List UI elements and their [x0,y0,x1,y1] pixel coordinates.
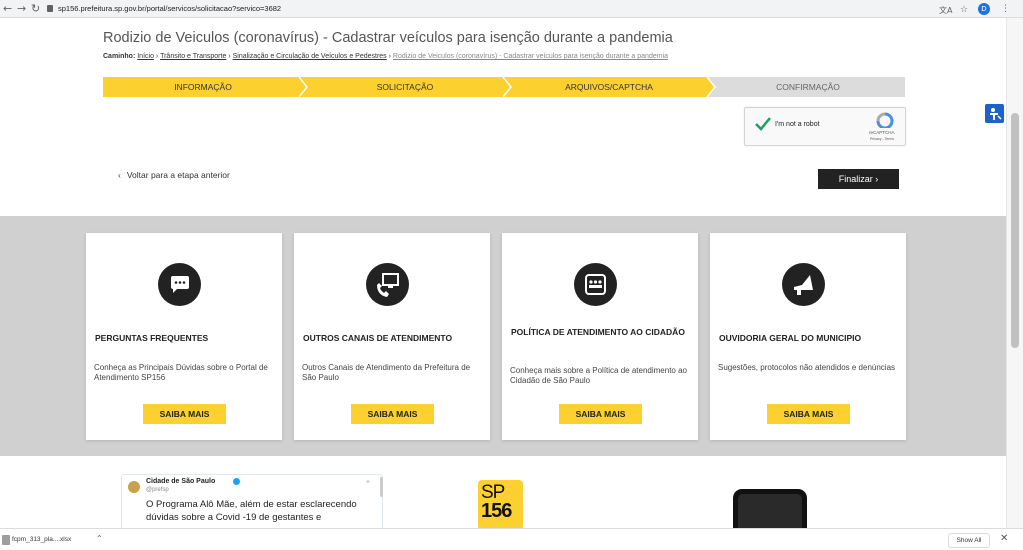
tweet-text: O Programa Alô Mãe, além de estar esclar… [146,499,357,523]
breadcrumb-link-sinalizacao[interactable]: Sinalização e Circulação de Veículos e P… [233,53,387,60]
step-informacao: INFORMAÇÃO [174,82,232,92]
recaptcha-brand: reCAPTCHA [869,130,895,135]
recaptcha-widget: I'm not a robot reCAPTCHA Privacy - Term… [744,107,906,146]
card-perguntas-frequentes: PERGUNTAS FREQUENTES Conheça as Principa… [86,233,282,440]
saiba-mais-button[interactable]: SAIBA MAIS [767,404,850,424]
card-text: Conheça as Principais Dúvidas sobre o Po… [94,363,268,382]
card-title: OUTROS CANAIS DE ATENDIMENTO [303,333,453,343]
card-text: Outros Canais de Atendimento da Prefeitu… [302,363,471,382]
chevron-up-icon[interactable]: ⌃ [96,534,103,543]
card-text: Conheça mais sobre a Política de atendim… [510,366,687,385]
page-content: Rodizio de Veiculos (coronavírus) - Cada… [0,18,1023,528]
twitter-bird-icon: ✦ [365,478,371,486]
back-label: Voltar para a etapa anterior [126,170,230,180]
scrollbar-thumb[interactable] [1011,113,1019,348]
reload-icon[interactable]: ↻ [31,2,40,16]
chat-bubble-icon [158,263,201,306]
download-bar: fcpm_313_pla....xlsx ⌃ Show All ✕ [0,528,1023,550]
address-bar[interactable]: sp156.prefeitura.sp.gov.br/portal/servic… [58,3,281,15]
step-confirmacao: CONFIRMAÇÃO [776,82,840,92]
back-link[interactable]: ‹ Voltar para a etapa anterior [118,170,230,180]
breadcrumb-link-transito[interactable]: Trânsito e Transporte [160,53,226,60]
accessibility-button[interactable] [985,104,1004,123]
step-solicitacao: SOLICITAÇÃO [376,82,434,92]
sp156-logo: SP 156 [478,480,523,528]
browser-toolbar: ← → ↻ sp156.prefeitura.sp.gov.br/portal/… [0,0,1023,18]
bookmark-star-icon[interactable]: ☆ [960,3,968,17]
twitter-embed: Cidade de São Paulo @prefsp ✦ O Programa… [121,474,383,528]
tweet-scrollbar[interactable] [380,477,383,497]
people-board-icon [574,263,617,306]
chevron-left-icon: ‹ [118,170,121,180]
city-seal-avatar [128,481,140,493]
saiba-mais-button[interactable]: SAIBA MAIS [351,404,434,424]
card-text: Sugestões, protocolos não atendidos e de… [718,363,896,372]
card-title: OUVIDORIA GERAL DO MUNICIPIO [719,333,862,343]
captcha-label: I'm not a robot [775,121,820,128]
file-icon [2,535,10,545]
page-scrollbar[interactable] [1006,18,1023,528]
finalizar-label: Finalizar [838,174,873,184]
recaptcha-logo-icon [876,112,894,128]
recaptcha-links[interactable]: Privacy - Terms [870,137,894,141]
show-all-button[interactable]: Show All [948,533,990,548]
accessibility-hand-icon [990,108,1002,120]
back-arrow-icon[interactable]: ← [3,2,12,16]
close-icon[interactable]: ✕ [1000,533,1008,544]
phone-app-image [733,489,807,528]
card-politica-atendimento: POLÍTICA DE ATENDIMENTO AO CIDADÃO Conhe… [502,233,698,440]
profile-avatar[interactable]: D [978,3,990,15]
lock-icon [47,5,53,12]
checkmark-icon[interactable] [754,116,772,132]
logo-text-156: 156 [481,500,512,522]
breadcrumb-label: Caminho: [103,53,136,60]
finalizar-button[interactable]: Finalizar › [818,169,899,189]
saiba-mais-button[interactable]: SAIBA MAIS [143,404,226,424]
forward-arrow-icon[interactable]: → [17,2,26,16]
card-title: PERGUNTAS FREQUENTES [95,333,209,343]
breadcrumb: Caminho: Início › Trânsito e Transporte … [103,53,668,60]
download-filename[interactable]: fcpm_313_pla....xlsx [12,536,71,543]
megaphone-icon [782,263,825,306]
card-outros-canais: OUTROS CANAIS DE ATENDIMENTO Outros Cana… [294,233,490,440]
translate-icon[interactable]: 文A [939,4,952,18]
breadcrumb-current[interactable]: Rodizio de Veiculos (coronavírus) - Cada… [393,53,668,60]
verified-badge-icon [233,478,240,485]
tweet-handle[interactable]: @prefsp [146,487,169,493]
page-title: Rodizio de Veiculos (coronavírus) - Cada… [103,30,673,46]
menu-kebab-icon[interactable]: ⋮ [1001,2,1010,16]
progress-steps: INFORMAÇÃO SOLICITAÇÃO ARQUIVOS/CAPTCHA … [103,77,905,97]
card-ouvidoria: OUVIDORIA GERAL DO MUNICIPIO Sugestões, … [710,233,906,440]
step-arquivos-captcha: ARQUIVOS/CAPTCHA [565,82,653,92]
info-cards-section: PERGUNTAS FREQUENTES Conheça as Principa… [0,216,1006,456]
phone-screen [738,494,802,528]
tweet-author[interactable]: Cidade de São Paulo [146,478,215,485]
chevron-right-icon: › [875,174,879,184]
breadcrumb-link-inicio[interactable]: Início [137,53,154,60]
card-title: POLÍTICA DE ATENDIMENTO AO CIDADÃO [511,327,685,337]
saiba-mais-button[interactable]: SAIBA MAIS [559,404,642,424]
phone-monitor-icon [366,263,409,306]
